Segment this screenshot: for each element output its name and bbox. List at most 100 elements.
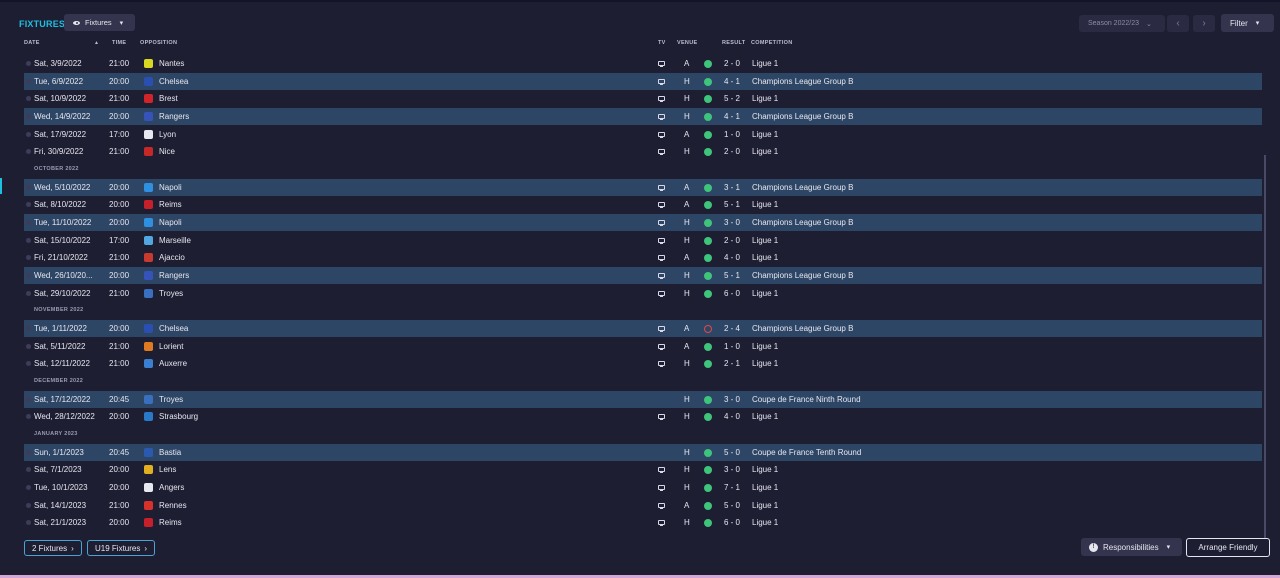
next-season-button[interactable]: ›	[1193, 15, 1215, 32]
match-result[interactable]: 5 - 1	[724, 196, 740, 213]
competition-name[interactable]: Ligue 1	[752, 514, 778, 531]
competition-name[interactable]: Champions League Group B	[752, 267, 853, 284]
fixture-row[interactable]: Tue, 11/10/2022 20:00 Napoli H 3 - 0 Champion…	[24, 214, 1262, 231]
opponent-name[interactable]: Angers	[159, 479, 184, 496]
opponent-name[interactable]: Troyes	[159, 391, 183, 408]
opponent-name[interactable]: Auxerre	[159, 355, 187, 372]
match-result[interactable]: 7 - 1	[724, 479, 740, 496]
filter-button[interactable]: Filter ▾	[1221, 14, 1274, 32]
fixture-row[interactable]: Sat, 21/1/2023 20:00 Reims H 6 - 0 Ligue 1	[24, 514, 1262, 531]
column-header-result[interactable]: RESULT	[722, 40, 745, 46]
competition-name[interactable]: Ligue 1	[752, 285, 778, 302]
fixture-row[interactable]: Sat, 17/12/2022 20:45 Troyes H 3 - 0 Coupe de…	[24, 391, 1262, 408]
fixture-row[interactable]: Sat, 5/11/2022 21:00 Lorient A 1 - 0 Ligue 1	[24, 338, 1262, 355]
match-result[interactable]: 3 - 1	[724, 179, 740, 196]
match-result[interactable]: 3 - 0	[724, 391, 740, 408]
competition-name[interactable]: Ligue 1	[752, 55, 778, 72]
match-result[interactable]: 1 - 0	[724, 338, 740, 355]
competition-name[interactable]: Ligue 1	[752, 497, 778, 514]
opponent-name[interactable]: Brest	[159, 90, 178, 107]
opponent-name[interactable]: Bastia	[159, 444, 181, 461]
opponent-name[interactable]: Marseille	[159, 232, 191, 249]
match-result[interactable]: 4 - 1	[724, 108, 740, 125]
column-header-competition[interactable]: COMPETITION	[751, 40, 793, 46]
fixture-row[interactable]: Sat, 15/10/2022 17:00 Marseille H 2 - 0 Ligue…	[24, 232, 1262, 249]
fixture-row[interactable]: Sun, 1/1/2023 20:45 Bastia H 5 - 0 Coupe de F…	[24, 444, 1262, 461]
opponent-name[interactable]: Ajaccio	[159, 249, 185, 266]
match-result[interactable]: 4 - 0	[724, 249, 740, 266]
competition-name[interactable]: Champions League Group B	[752, 179, 853, 196]
fixture-row[interactable]: Tue, 1/11/2022 20:00 Chelsea A 2 - 4 Champion…	[24, 320, 1262, 337]
fixture-row[interactable]: Sat, 10/9/2022 21:00 Brest H 5 - 2 Ligue 1	[24, 90, 1262, 107]
opponent-name[interactable]: Troyes	[159, 285, 183, 302]
match-result[interactable]: 2 - 0	[724, 143, 740, 160]
fixture-row[interactable]: Wed, 14/9/2022 20:00 Rangers H 4 - 1 Champion…	[24, 108, 1262, 125]
fixture-row[interactable]: Wed, 28/12/2022 20:00 Strasbourg H 4 - 0 Ligu…	[24, 408, 1262, 425]
match-result[interactable]: 3 - 0	[724, 461, 740, 478]
opponent-name[interactable]: Reims	[159, 196, 182, 213]
competition-name[interactable]: Coupe de France Tenth Round	[752, 444, 861, 461]
competition-name[interactable]: Champions League Group B	[752, 108, 853, 125]
opponent-name[interactable]: Rennes	[159, 497, 187, 514]
opponent-name[interactable]: Rangers	[159, 108, 189, 125]
match-result[interactable]: 3 - 0	[724, 214, 740, 231]
match-result[interactable]: 6 - 0	[724, 514, 740, 531]
match-result[interactable]: 5 - 0	[724, 497, 740, 514]
fixture-row[interactable]: Wed, 26/10/20... 20:00 Rangers H 5 - 1 Champi…	[24, 267, 1262, 284]
opponent-name[interactable]: Nantes	[159, 55, 184, 72]
competition-name[interactable]: Ligue 1	[752, 126, 778, 143]
competition-name[interactable]: Ligue 1	[752, 461, 778, 478]
competition-name[interactable]: Ligue 1	[752, 479, 778, 496]
competition-name[interactable]: Ligue 1	[752, 90, 778, 107]
match-result[interactable]: 4 - 1	[724, 73, 740, 90]
competition-name[interactable]: Ligue 1	[752, 408, 778, 425]
arrange-friendly-button[interactable]: Arrange Friendly	[1186, 538, 1270, 557]
competition-name[interactable]: Ligue 1	[752, 143, 778, 160]
match-result[interactable]: 2 - 0	[724, 232, 740, 249]
fixture-row[interactable]: Tue, 6/9/2022 20:00 Chelsea H 4 - 1 Champions…	[24, 73, 1262, 90]
fixture-row[interactable]: Tue, 10/1/2023 20:00 Angers H 7 - 1 Ligue 1	[24, 479, 1262, 496]
column-header-opposition[interactable]: OPPOSITION	[140, 40, 177, 46]
fixture-row[interactable]: Sat, 3/9/2022 21:00 Nantes A 2 - 0 Ligue 1	[24, 55, 1262, 72]
opponent-name[interactable]: Lens	[159, 461, 176, 478]
competition-name[interactable]: Champions League Group B	[752, 214, 853, 231]
u19-fixtures-button[interactable]: U19 Fixtures ›	[87, 540, 156, 556]
opponent-name[interactable]: Strasbourg	[159, 408, 198, 425]
opponent-name[interactable]: Rangers	[159, 267, 189, 284]
opponent-name[interactable]: Nice	[159, 143, 175, 160]
opponent-name[interactable]: Chelsea	[159, 73, 188, 90]
fixture-row[interactable]: Fri, 30/9/2022 21:00 Nice H 2 - 0 Ligue 1	[24, 143, 1262, 160]
season-selector[interactable]: Season 2022/23 ⌄	[1079, 15, 1165, 32]
fixture-row[interactable]: Sat, 7/1/2023 20:00 Lens H 3 - 0 Ligue 1	[24, 461, 1262, 478]
fixtures-count-button[interactable]: 2 Fixtures ›	[24, 540, 82, 556]
opponent-name[interactable]: Napoli	[159, 214, 182, 231]
fixture-row[interactable]: Sat, 8/10/2022 20:00 Reims A 5 - 1 Ligue 1	[24, 196, 1262, 213]
opponent-name[interactable]: Lyon	[159, 126, 176, 143]
column-header-venue[interactable]: VENUE	[677, 40, 697, 46]
column-header-date[interactable]: DATE	[24, 40, 40, 46]
match-result[interactable]: 5 - 1	[724, 267, 740, 284]
table-scrollbar[interactable]	[1264, 155, 1266, 543]
opponent-name[interactable]: Chelsea	[159, 320, 188, 337]
view-selector-button[interactable]: Fixtures ▾	[64, 14, 135, 31]
competition-name[interactable]: Ligue 1	[752, 338, 778, 355]
competition-name[interactable]: Ligue 1	[752, 196, 778, 213]
match-result[interactable]: 1 - 0	[724, 126, 740, 143]
competition-name[interactable]: Ligue 1	[752, 355, 778, 372]
competition-name[interactable]: Coupe de France Ninth Round	[752, 391, 861, 408]
competition-name[interactable]: Champions League Group B	[752, 73, 853, 90]
fixture-row[interactable]: Sat, 12/11/2022 21:00 Auxerre H 2 - 1 Ligue 1	[24, 355, 1262, 372]
match-result[interactable]: 5 - 0	[724, 444, 740, 461]
match-result[interactable]: 2 - 1	[724, 355, 740, 372]
fixture-row[interactable]: Sat, 17/9/2022 17:00 Lyon A 1 - 0 Ligue 1	[24, 126, 1262, 143]
column-header-tv[interactable]: TV	[658, 40, 666, 46]
fixture-row[interactable]: Wed, 5/10/2022 20:00 Napoli A 3 - 1 Champions…	[24, 179, 1262, 196]
fixture-row[interactable]: Sat, 14/1/2023 21:00 Rennes A 5 - 0 Ligue 1	[24, 497, 1262, 514]
opponent-name[interactable]: Napoli	[159, 179, 182, 196]
previous-season-button[interactable]: ‹	[1167, 15, 1189, 32]
opponent-name[interactable]: Lorient	[159, 338, 183, 355]
match-result[interactable]: 6 - 0	[724, 285, 740, 302]
fixture-row[interactable]: Sat, 29/10/2022 21:00 Troyes H 6 - 0 Ligue 1	[24, 285, 1262, 302]
competition-name[interactable]: Ligue 1	[752, 232, 778, 249]
competition-name[interactable]: Ligue 1	[752, 249, 778, 266]
